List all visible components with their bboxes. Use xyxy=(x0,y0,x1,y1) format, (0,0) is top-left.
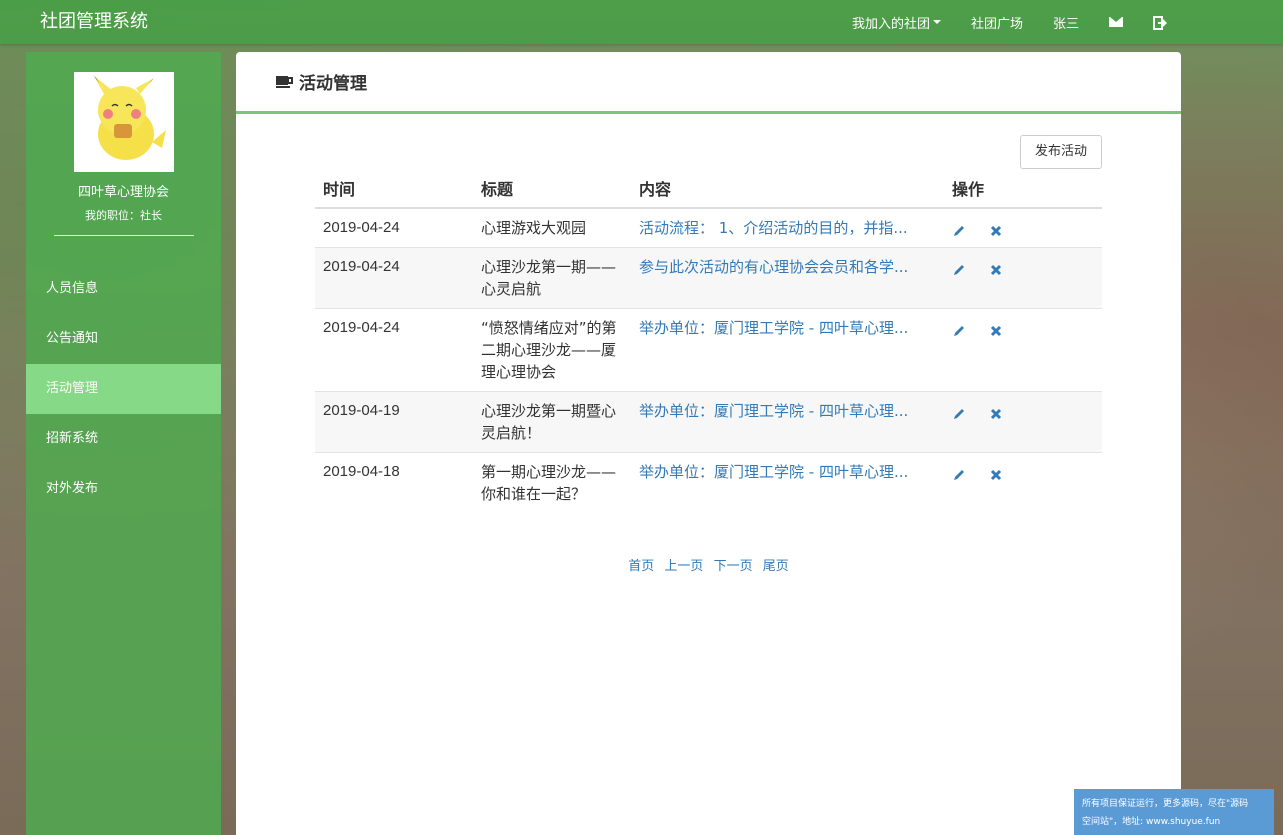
pagination: 首页 上一页 下一页 尾页 xyxy=(236,555,1181,574)
sidebar-item-recruitment[interactable]: 招新系统 xyxy=(26,414,221,464)
member-position: 我的职位：社长 xyxy=(85,209,162,222)
cell-content-link[interactable]: 举办单位：厦门理工学院 - 四叶草心理... xyxy=(631,452,944,513)
cell-time: 2019-04-19 xyxy=(315,391,473,453)
close-icon[interactable] xyxy=(989,222,1003,236)
activity-table: 时间 标题 内容 操作 2019-04-24 心理游戏大观园 活动流程： 1、介… xyxy=(315,169,1102,513)
cell-content-link[interactable]: 参与此次活动的有心理协会会员和各学... xyxy=(631,247,944,309)
sidebar-item-activities[interactable]: 活动管理 xyxy=(26,364,221,414)
cell-ops xyxy=(944,247,1102,309)
sidebar-item-notices[interactable]: 公告通知 xyxy=(26,314,221,364)
cell-content-link[interactable]: 举办单位：厦门理工学院 - 四叶草心理... xyxy=(631,308,944,392)
close-icon[interactable] xyxy=(989,261,1003,275)
watermark-line-2: 空间站"，地址: www.shuyue.fun xyxy=(1082,817,1221,827)
joined-clubs-label: 我加入的社团 xyxy=(851,16,930,32)
sidebar-item-publish[interactable]: 对外发布 xyxy=(26,464,221,514)
header-content: 内容 xyxy=(631,169,944,209)
app-title: 社团管理系统 xyxy=(40,11,148,32)
page-title: 活动管理 xyxy=(299,74,367,94)
panel-header: 活动管理 xyxy=(236,52,1181,114)
cell-title: 第一期心理沙龙——你和谁在一起？ xyxy=(473,452,631,513)
cell-content-link[interactable]: 举办单位：厦门理工学院 - 四叶草心理... xyxy=(631,391,944,453)
avatar xyxy=(74,72,174,172)
cell-ops xyxy=(944,391,1102,453)
logout-icon[interactable] xyxy=(1153,15,1167,30)
cell-time: 2019-04-24 xyxy=(315,247,473,309)
header-ops: 操作 xyxy=(944,169,1102,209)
cell-ops xyxy=(944,207,1102,248)
mail-icon[interactable] xyxy=(1109,17,1123,27)
cell-time: 2019-04-18 xyxy=(315,452,473,513)
pager-last[interactable]: 尾页 xyxy=(763,559,789,574)
top-navbar: 社团管理系统 我加入的社团 社团广场 张三 xyxy=(0,0,1283,44)
header-time: 时间 xyxy=(315,169,473,209)
table-header-row: 时间 标题 内容 操作 xyxy=(315,169,1102,209)
pencil-icon[interactable] xyxy=(952,405,966,419)
close-icon[interactable] xyxy=(989,322,1003,336)
user-name-link[interactable]: 张三 xyxy=(1053,13,1079,32)
cell-ops xyxy=(944,452,1102,513)
watermark-notice: 所有项目保证运行，更多源码，尽在"源码 空间站"，地址: www.shuyue.… xyxy=(1074,789,1274,835)
sidebar-divider xyxy=(54,235,194,236)
table-row: 2019-04-19 心理沙龙第一期暨心灵启航！ 举办单位：厦门理工学院 - 四… xyxy=(315,391,1102,453)
main-panel: 活动管理 发布活动 时间 标题 内容 操作 2019-04-24 心理游戏大观园… xyxy=(236,52,1181,835)
cell-title: “愤怒情绪应对”的第二期心理沙龙——厦理心理协会 xyxy=(473,308,631,392)
cell-ops xyxy=(944,308,1102,392)
org-name: 四叶草心理协会 xyxy=(77,185,169,200)
cell-title: 心理游戏大观园 xyxy=(473,207,631,248)
table-row: 2019-04-24 心理沙龙第一期——心灵启航 参与此次活动的有心理协会会员和… xyxy=(315,247,1102,309)
table-row: 2019-04-24 “愤怒情绪应对”的第二期心理沙龙——厦理心理协会 举办单位… xyxy=(315,308,1102,392)
pencil-icon[interactable] xyxy=(952,222,966,236)
pager-next[interactable]: 下一页 xyxy=(714,559,753,574)
publish-activity-button[interactable]: 发布活动 xyxy=(1020,135,1102,169)
club-square-link[interactable]: 社团广场 xyxy=(971,13,1023,32)
cell-time: 2019-04-24 xyxy=(315,308,473,392)
sidebar-item-members[interactable]: 人员信息 xyxy=(26,264,221,314)
watermark-line-1: 所有项目保证运行，更多源码，尽在"源码 xyxy=(1082,799,1249,809)
table-row: 2019-04-24 心理游戏大观园 活动流程： 1、介绍活动的目的，并指... xyxy=(315,207,1102,248)
pencil-icon[interactable] xyxy=(952,261,966,275)
caret-down-icon xyxy=(932,20,941,24)
sidebar: 四叶草心理协会 我的职位：社长 人员信息 公告通知 活动管理 招新系统 对外发布 xyxy=(26,52,221,835)
cell-title: 心理沙龙第一期——心灵启航 xyxy=(473,247,631,309)
pencil-icon[interactable] xyxy=(952,466,966,480)
nav-right: 我加入的社团 社团广场 张三 xyxy=(852,0,1283,44)
table-row: 2019-04-18 第一期心理沙龙——你和谁在一起？ 举办单位：厦门理工学院 … xyxy=(315,452,1102,513)
cell-content-link[interactable]: 活动流程： 1、介绍活动的目的，并指... xyxy=(631,207,944,248)
coffee-cup-icon xyxy=(276,74,293,89)
pager-first[interactable]: 首页 xyxy=(628,559,654,574)
close-icon[interactable] xyxy=(989,405,1003,419)
cell-time: 2019-04-24 xyxy=(315,207,473,248)
cell-title: 心理沙龙第一期暨心灵启航！ xyxy=(473,391,631,453)
header-title: 标题 xyxy=(473,169,631,209)
pencil-icon[interactable] xyxy=(952,322,966,336)
close-icon[interactable] xyxy=(989,466,1003,480)
joined-clubs-dropdown[interactable]: 我加入的社团 xyxy=(852,13,941,32)
pager-prev[interactable]: 上一页 xyxy=(664,559,703,574)
sidebar-menu: 人员信息 公告通知 活动管理 招新系统 对外发布 xyxy=(26,264,221,514)
